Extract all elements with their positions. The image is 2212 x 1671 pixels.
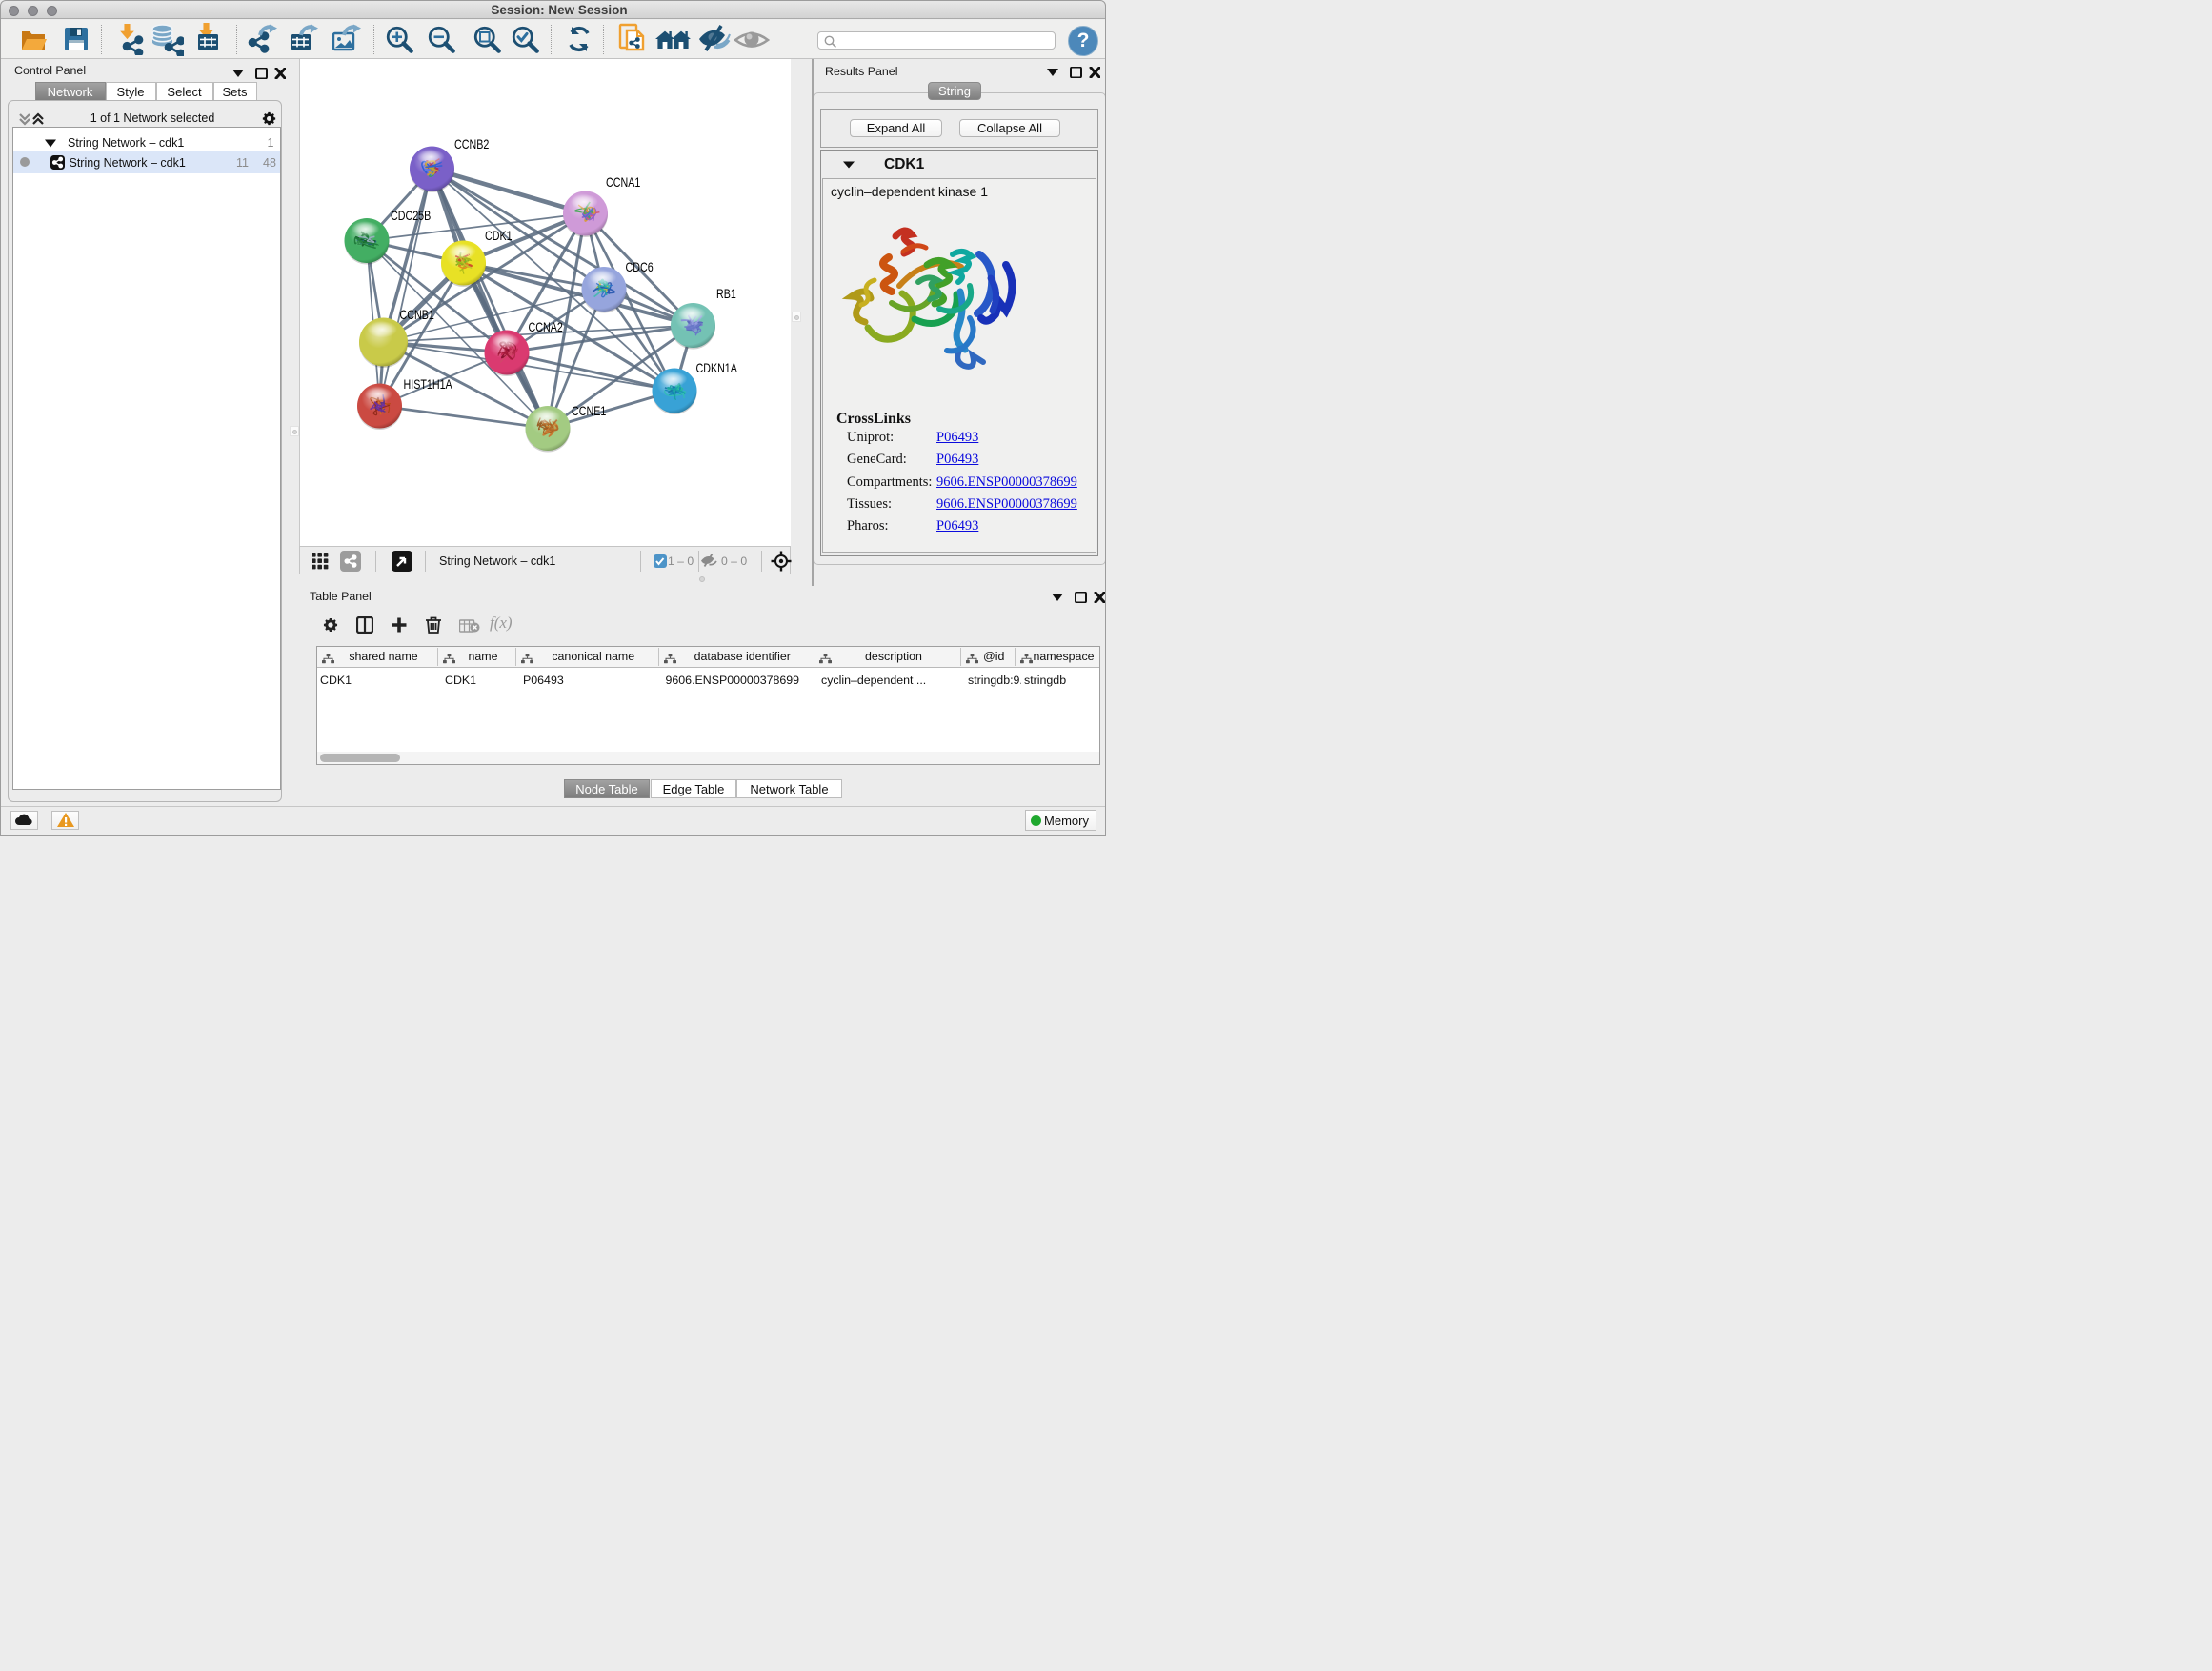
svg-text:CCNA2: CCNA2 <box>529 319 563 334</box>
svg-text:CCNE1: CCNE1 <box>572 403 606 418</box>
svg-text:RB1: RB1 <box>716 286 736 301</box>
svg-text:CDKN1A: CDKN1A <box>696 360 738 375</box>
svg-text:CCNB2: CCNB2 <box>454 136 489 151</box>
svg-text:CDC6: CDC6 <box>626 259 654 274</box>
svg-text:CCNA1: CCNA1 <box>606 174 640 190</box>
svg-text:CDC25B: CDC25B <box>391 208 431 223</box>
svg-text:HIST1H1A: HIST1H1A <box>404 376 453 392</box>
svg-text:CDK1: CDK1 <box>485 228 513 243</box>
svg-text:CCNB1: CCNB1 <box>400 307 434 322</box>
